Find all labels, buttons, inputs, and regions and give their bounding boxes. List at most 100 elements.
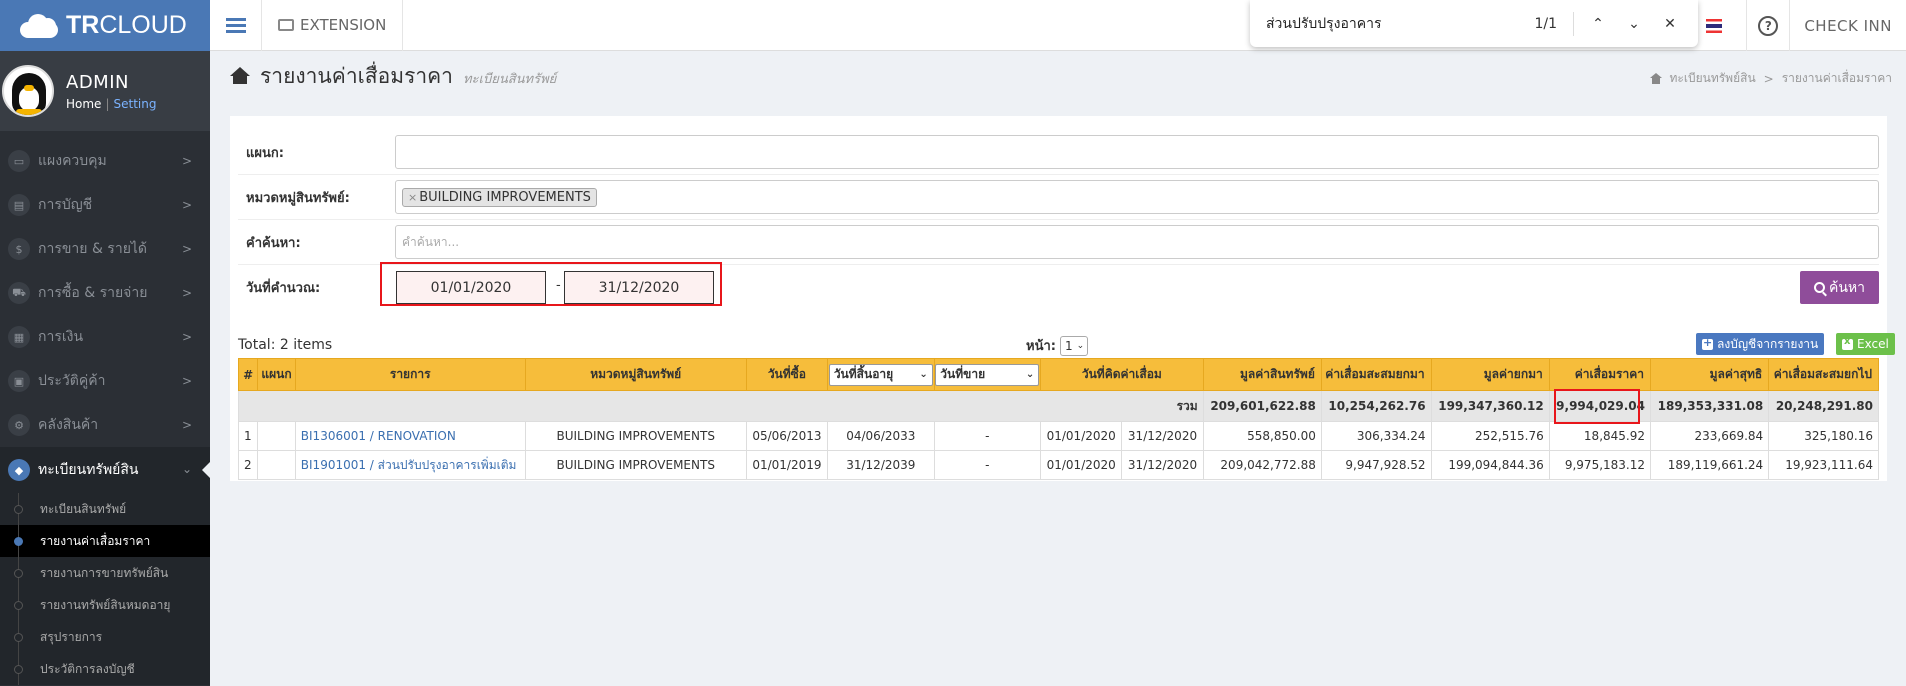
user-box: ADMIN Home | Setting bbox=[0, 51, 210, 131]
bullet-icon bbox=[14, 601, 23, 610]
summary-accum-cf: 20,248,291.80 bbox=[1768, 390, 1879, 422]
sidebar-item-sales[interactable]: $ การขาย & รายได้ > bbox=[0, 227, 210, 271]
category-tag: × BUILDING IMPROVEMENTS bbox=[402, 187, 597, 207]
breadcrumb-assets[interactable]: ทะเบียนทรัพย์สิน bbox=[1670, 69, 1756, 88]
brand-logo[interactable]: TRCLOUD bbox=[0, 0, 210, 51]
summary-label: รวม bbox=[238, 390, 1204, 422]
company-name[interactable]: CHECK INN bbox=[1790, 17, 1906, 35]
dollar-icon: $ bbox=[8, 238, 30, 260]
department-filter-row: แผนก: bbox=[238, 130, 1879, 175]
col-depreciation-period: วันที่คิดค่าเสื่อม bbox=[1040, 358, 1204, 391]
chevron-right-icon: > bbox=[181, 154, 192, 168]
chevron-right-icon: > bbox=[181, 242, 192, 256]
asset-link[interactable]: BI1901001 / ส่วนปรับปรุงอาคารเพิ่มเติม bbox=[301, 458, 517, 472]
summary-accum-bf: 10,254,262.76 bbox=[1320, 390, 1432, 422]
search-button[interactable]: ค้นหา bbox=[1800, 271, 1879, 304]
excel-icon bbox=[1842, 336, 1853, 350]
sidebar-item-purchases[interactable]: ⛟ การซื้อ & รายจ่าย > bbox=[0, 271, 210, 315]
bullet-icon bbox=[14, 665, 23, 674]
calendar-icon: ▦ bbox=[8, 326, 30, 348]
chevron-down-icon: ⌄ bbox=[1076, 340, 1085, 351]
sidebar-item-accounting[interactable]: ▤ การบัญชี > bbox=[0, 183, 210, 227]
table-meta: Total: 2 items หน้า: 1⌄ ลงบัญชีจากรายงาน… bbox=[238, 331, 1895, 357]
page-select[interactable]: 1 ⌄ bbox=[1059, 335, 1088, 356]
find-input[interactable]: ส่วนปรับปรุงอาคาร bbox=[1250, 13, 1534, 35]
chevron-down-icon: ⌄ bbox=[181, 462, 192, 476]
calc-date-label: วันที่คำนวณ: bbox=[246, 281, 321, 296]
subnav-depreciation-report[interactable]: รายงานค่าเสื่อมราคา bbox=[0, 525, 210, 557]
find-previous-icon[interactable]: ⌃ bbox=[1580, 16, 1616, 32]
date-range-highlight bbox=[380, 262, 722, 306]
chevron-right-icon: > bbox=[181, 286, 192, 300]
col-expire-date: วันที่สิ้นอายุ ⌄ bbox=[827, 358, 935, 391]
sidebar-item-dashboard[interactable]: ▭ แผงควบคุม > bbox=[0, 139, 210, 183]
asset-link[interactable]: BI1306001 / RENOVATION bbox=[301, 429, 456, 443]
plus-square-icon bbox=[1702, 336, 1713, 350]
pager: หน้า: 1 ⌄ bbox=[1026, 335, 1088, 356]
menu-toggle-icon[interactable] bbox=[210, 0, 262, 51]
find-next-icon[interactable]: ⌄ bbox=[1616, 16, 1652, 32]
contact-icon: ▣ bbox=[8, 370, 30, 392]
home-icon[interactable] bbox=[1649, 73, 1662, 84]
post-from-report-button[interactable]: ลงบัญชีจากรายงาน bbox=[1696, 333, 1825, 355]
sidebar-item-finance[interactable]: ▦ การเงิน > bbox=[0, 315, 210, 359]
category-label: หมวดหมู่สินทรัพย์: bbox=[246, 190, 350, 206]
summary-value-bf: 199,347,360.12 bbox=[1430, 390, 1550, 422]
cubes-icon: ⚙ bbox=[8, 414, 30, 436]
report-panel: แผนก: หมวดหมู่สินทรัพย์: × BUILDING IMPRO… bbox=[230, 116, 1895, 481]
subnav-expired-assets-report[interactable]: รายงานทรัพย์สินหมดอายุ bbox=[0, 589, 210, 621]
table-row: 1 BI1306001 / RENOVATION BUILDING IMPROV… bbox=[237, 421, 1879, 451]
sidebar-item-assets[interactable]: ◆ ทะเบียนทรัพย์สิน ⌄ bbox=[0, 447, 210, 493]
department-select[interactable] bbox=[395, 135, 1879, 169]
sidebar-nav: ▭ แผงควบคุม > ▤ การบัญชี > $ การขาย & รายได้ >… bbox=[0, 139, 210, 493]
search-filter-row: คำค้นหา: คำค้นหา... bbox=[238, 220, 1879, 265]
subnav-summary[interactable]: สรุปรายการ bbox=[0, 621, 210, 653]
category-multiselect[interactable]: × BUILDING IMPROVEMENTS bbox=[395, 180, 1879, 214]
category-filter-row: หมวดหมู่สินทรัพย์: × BUILDING IMPROVEMENT… bbox=[238, 175, 1879, 220]
chevron-right-icon: > bbox=[181, 418, 192, 432]
table-row: 2 BI1901001 / ส่วนปรับปรุงอาคารเพิ่มเติม… bbox=[237, 450, 1879, 480]
find-close-icon[interactable]: ✕ bbox=[1652, 16, 1688, 32]
subnav-posting-history[interactable]: ประวัติการลงบัญชี bbox=[0, 653, 210, 685]
expire-date-select[interactable]: วันที่สิ้นอายุ ⌄ bbox=[828, 363, 933, 386]
book-icon: ▤ bbox=[8, 194, 30, 216]
home-link[interactable]: Home bbox=[66, 97, 101, 111]
assets-subnav: ทะเบียนสินทรัพย์ รายงานค่าเสื่อมราคา ราย… bbox=[0, 493, 210, 685]
search-label: คำค้นหา: bbox=[246, 235, 301, 251]
setting-link[interactable]: Setting bbox=[113, 97, 156, 111]
summary-asset-value: 209,601,622.88 bbox=[1202, 390, 1322, 422]
user-name: ADMIN bbox=[66, 71, 129, 93]
bullet-icon bbox=[14, 569, 23, 578]
chevron-right-icon: > bbox=[181, 198, 192, 212]
chevron-down-icon: ⌄ bbox=[1025, 369, 1035, 380]
breadcrumb: ทะเบียนทรัพย์สิน > รายงานค่าเสื่อมราคา bbox=[1649, 69, 1892, 88]
depreciation-total-highlight bbox=[1554, 389, 1640, 424]
breadcrumb-current: รายงานค่าเสื่อมราคา bbox=[1781, 71, 1892, 85]
search-input[interactable]: คำค้นหา... bbox=[395, 225, 1879, 259]
col-category: หมวดหมู่สินทรัพย์ bbox=[524, 358, 747, 391]
remove-tag-icon[interactable]: × bbox=[408, 191, 417, 204]
sidebar-item-contacts[interactable]: ▣ ประวัติคู่ค้า > bbox=[0, 359, 210, 403]
find-bar: ส่วนปรับปรุงอาคาร 1/1 ⌃ ⌄ ✕ bbox=[1250, 0, 1698, 47]
subnav-asset-sales-report[interactable]: รายงานการขายทรัพย์สิน bbox=[0, 557, 210, 589]
sidebar-item-inventory[interactable]: ⚙ คลังสินค้า > bbox=[0, 403, 210, 447]
excel-export-button[interactable]: Excel bbox=[1836, 333, 1895, 355]
department-label: แผนก: bbox=[246, 145, 284, 161]
col-sold-date: วันที่ขาย ⌄ bbox=[933, 358, 1042, 391]
thai-flag-icon[interactable] bbox=[1706, 18, 1723, 33]
col-dept: แผนก bbox=[257, 358, 296, 391]
help-button[interactable]: ? bbox=[1746, 0, 1791, 51]
sold-date-select[interactable]: วันที่ขาย ⌄ bbox=[935, 363, 1040, 386]
col-item: รายการ bbox=[294, 358, 526, 391]
question-icon: ? bbox=[1758, 15, 1779, 36]
extension-button[interactable]: EXTENSION bbox=[262, 0, 404, 51]
cloud-icon bbox=[16, 12, 62, 40]
page-header: รายงานค่าเสื่อมราคา ทะเบียนสินทรัพย์ ทะเ… bbox=[210, 51, 1906, 101]
subnav-asset-register[interactable]: ทะเบียนสินทรัพย์ bbox=[0, 493, 210, 525]
diamond-icon: ◆ bbox=[8, 459, 30, 481]
page-subtitle: ทะเบียนสินทรัพย์ bbox=[462, 71, 557, 87]
col-accum-cf: ค่าเสื่อมสะสมยกไป bbox=[1768, 358, 1879, 391]
col-net-value: มูลค่าสุทธิ bbox=[1649, 358, 1770, 391]
bullet-icon bbox=[14, 505, 23, 514]
monitor-icon: ▭ bbox=[8, 150, 30, 172]
